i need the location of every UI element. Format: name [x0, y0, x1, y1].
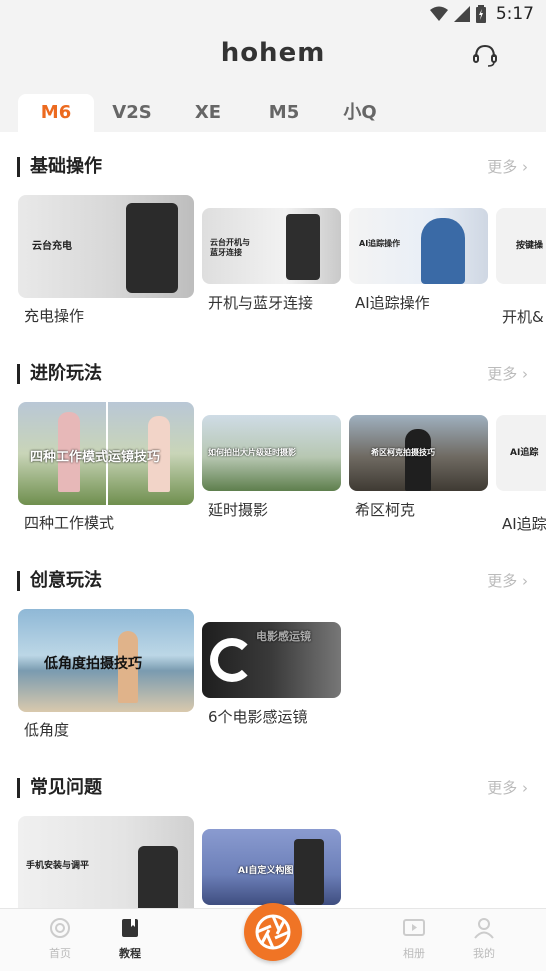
card-title: 开机&: [502, 308, 544, 326]
video-thumbnail: AI追踪操作: [349, 208, 488, 284]
bottom-navigation: 首页 教程 相册 我的: [0, 903, 546, 971]
thumbnail-caption: 按键操: [516, 241, 544, 251]
chevron-right-icon: ›: [522, 365, 528, 383]
more-link[interactable]: 更多 ›: [487, 773, 528, 803]
battery-icon: [475, 5, 486, 23]
video-thumbnail: 电影感运镜: [202, 622, 341, 698]
shutter-button[interactable]: [244, 903, 302, 961]
more-link[interactable]: 更多 ›: [487, 566, 528, 596]
gimbal-image: [286, 214, 320, 280]
section-marker: [17, 778, 20, 798]
card-title: 6个电影感运镜: [208, 708, 308, 726]
section-marker: [17, 157, 20, 177]
nav-home[interactable]: 首页: [30, 917, 90, 961]
video-thumbnail: 手机安装与调平: [18, 816, 194, 908]
device-tabs: M6 V2S XE M5 小Q: [0, 88, 546, 132]
tab-xe[interactable]: XE: [180, 94, 236, 132]
thumbnail-caption: 四种工作模式运镜技巧: [30, 450, 161, 465]
video-thumbnail: 希区柯克拍摄技巧: [349, 415, 488, 491]
thumbnail-caption: 低角度拍摄技巧: [44, 656, 142, 672]
video-thumbnail: 按键操: [496, 208, 546, 284]
tutorial-content: 基础操作 更多 › 云台充电 充电操作 云台开机与蓝牙连接 开机与蓝牙连接 AI…: [0, 132, 546, 908]
film-reel-graphic: [210, 638, 254, 682]
signal-icon: [453, 6, 470, 22]
app-header: hohem: [0, 30, 546, 88]
section-marker: [17, 364, 20, 384]
nav-profile[interactable]: 我的: [454, 917, 514, 961]
section-title: 创意玩法: [30, 570, 102, 591]
video-thumbnail: 四种工作模式运镜技巧: [18, 402, 194, 505]
app-logo: hohem: [220, 38, 326, 68]
section-title: 进阶玩法: [30, 363, 102, 384]
person-image: [405, 429, 431, 491]
headset-support-icon[interactable]: [472, 42, 498, 68]
nav-label: 教程: [119, 947, 141, 960]
card-title: 开机与蓝牙连接: [208, 294, 314, 312]
video-thumbnail: 云台充电: [18, 195, 194, 298]
thumbnail-caption: 电影感运镜: [256, 630, 311, 643]
profile-icon: [474, 918, 494, 939]
nav-label: 相册: [403, 947, 425, 960]
home-icon: [50, 918, 70, 938]
thumbnail-caption: AI追踪操作: [359, 239, 401, 248]
person-image: [421, 218, 465, 284]
chevron-right-icon: ›: [522, 572, 528, 590]
nav-tutorial[interactable]: 教程: [100, 917, 160, 961]
card-title: 延时摄影: [208, 501, 269, 519]
card-title: 充电操作: [24, 307, 85, 325]
chevron-right-icon: ›: [522, 779, 528, 797]
status-bar: 5:17: [0, 0, 546, 30]
tab-m6[interactable]: M6: [18, 94, 94, 132]
card-title: AI追踪: [502, 515, 546, 533]
more-link[interactable]: 更多 ›: [487, 359, 528, 389]
video-thumbnail: 云台开机与蓝牙连接: [202, 208, 341, 284]
section-marker: [17, 571, 20, 591]
card-title: AI追踪操作: [355, 294, 430, 312]
more-label: 更多: [487, 365, 518, 383]
more-label: 更多: [487, 779, 518, 797]
card-title: 四种工作模式: [24, 514, 115, 532]
wifi-icon: [429, 6, 448, 21]
nav-label: 我的: [473, 947, 495, 960]
nav-album[interactable]: 相册: [384, 917, 444, 961]
thumbnail-caption: 云台开机与蓝牙连接: [210, 238, 250, 257]
video-thumbnail: AI自定义构图: [202, 829, 341, 905]
tab-m5[interactable]: M5: [256, 94, 312, 132]
book-icon: [122, 919, 138, 937]
tab-xiaoq[interactable]: 小Q: [332, 94, 388, 132]
thumbnail-caption: 云台充电: [32, 241, 72, 252]
video-thumbnail: 低角度拍摄技巧: [18, 609, 194, 712]
card-title: 希区柯克: [355, 501, 416, 519]
thumbnail-caption: 如何拍出大片级延时摄影: [208, 448, 296, 457]
thumbnail-caption: AI追踪: [510, 448, 539, 458]
more-label: 更多: [487, 572, 518, 590]
tab-v2s[interactable]: V2S: [102, 94, 162, 132]
thumbnail-caption: AI自定义构图: [238, 866, 294, 876]
more-label: 更多: [487, 158, 518, 176]
video-thumbnail: AI追踪: [496, 415, 546, 491]
section-title: 基础操作: [30, 156, 102, 177]
status-time: 5:17: [495, 4, 534, 24]
more-link[interactable]: 更多 ›: [487, 152, 528, 182]
shutter-icon: [255, 914, 291, 950]
gimbal-image: [294, 839, 324, 905]
video-thumbnail: 如何拍出大片级延时摄影: [202, 415, 341, 491]
gimbal-image: [126, 203, 178, 293]
chevron-right-icon: ›: [522, 158, 528, 176]
status-icons: 5:17: [429, 4, 534, 24]
thumbnail-caption: 希区柯克拍摄技巧: [371, 448, 435, 457]
album-icon: [403, 919, 425, 936]
card-title: 低角度: [24, 721, 70, 739]
gimbal-image: [138, 846, 178, 908]
section-title: 常见问题: [30, 777, 102, 798]
nav-label: 首页: [49, 947, 71, 960]
thumbnail-caption: 手机安装与调平: [26, 861, 90, 871]
